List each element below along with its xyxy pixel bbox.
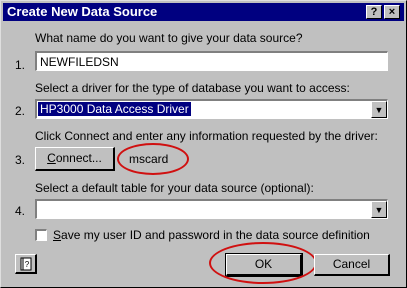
step-4-number: 4. — [15, 204, 26, 218]
svg-text:?: ? — [24, 260, 29, 269]
connect-prompt-label: Click Connect and enter any information … — [35, 129, 378, 143]
help-button[interactable]: ? — [15, 254, 37, 274]
close-button[interactable]: × — [384, 5, 400, 19]
ok-button[interactable]: OK — [225, 253, 303, 277]
dialog-title: Create New Data Source — [7, 4, 158, 19]
driver-selected-value: HP3000 Data Access Driver — [38, 102, 191, 116]
driver-select[interactable]: HP3000 Data Access Driver ▼ — [35, 99, 388, 119]
chevron-down-icon: ▼ — [374, 104, 384, 115]
connect-status-text: mscard — [129, 152, 169, 166]
table-prompt-label: Select a default table for your data sou… — [35, 181, 314, 195]
create-new-data-source-dialog: Create New Data Source ? × What name do … — [0, 0, 407, 288]
cancel-button[interactable]: Cancel — [314, 254, 390, 276]
save-credentials-label[interactable]: Save my user ID and password in the data… — [53, 228, 370, 242]
data-source-name-input[interactable]: NEWFILEDSN — [35, 51, 388, 71]
save-credentials-checkbox[interactable] — [35, 229, 47, 241]
default-table-select[interactable]: ▼ — [35, 199, 388, 219]
chevron-down-icon: ▼ — [374, 204, 384, 215]
title-bar: Create New Data Source ? × — [3, 3, 404, 21]
driver-dropdown-button[interactable]: ▼ — [371, 101, 387, 118]
step-2-number: 2. — [15, 104, 26, 118]
help-book-icon: ? — [20, 257, 31, 271]
help-title-button[interactable]: ? — [366, 5, 382, 19]
driver-prompt-label: Select a driver for the type of database… — [35, 81, 350, 95]
step-1-number: 1. — [15, 58, 26, 72]
table-dropdown-button[interactable]: ▼ — [371, 201, 387, 218]
step-3-number: 3. — [15, 153, 26, 167]
name-prompt-label: What name do you want to give your data … — [35, 31, 303, 45]
connect-button[interactable]: Connect... — [35, 147, 115, 171]
